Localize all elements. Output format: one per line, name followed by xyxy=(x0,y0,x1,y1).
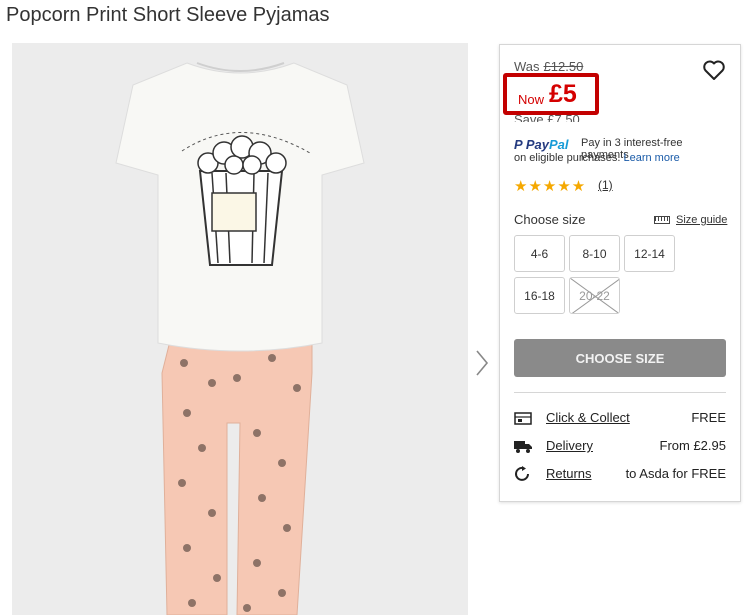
click-collect-value: FREE xyxy=(691,410,726,425)
divider xyxy=(514,392,726,393)
returns-row: Returns to Asda for FREE xyxy=(514,464,726,484)
paypal-logo: P PayPal xyxy=(514,137,569,152)
size-option-20-22[interactable]: 20-22 xyxy=(569,277,620,314)
now-price-highlight: Now £5 xyxy=(503,73,599,115)
returns-value: to Asda for FREE xyxy=(625,466,726,481)
size-option-8-10[interactable]: 8-10 xyxy=(569,235,620,272)
click-collect-link[interactable]: Click & Collect xyxy=(546,410,630,425)
now-price: £5 xyxy=(549,80,577,108)
delivery-row: Delivery From £2.95 xyxy=(514,436,726,456)
old-price: £12.50 xyxy=(543,59,584,74)
learn-more-link[interactable]: Learn more xyxy=(623,152,679,164)
delivery-link[interactable]: Delivery xyxy=(546,438,593,453)
ruler-icon xyxy=(654,216,670,225)
choose-size-button[interactable]: CHOOSE SIZE xyxy=(514,339,726,377)
heart-icon[interactable] xyxy=(702,59,726,81)
chevron-right-icon[interactable] xyxy=(474,348,490,378)
click-collect-row: Click & Collect FREE xyxy=(514,408,726,428)
unavailable-cross-icon xyxy=(570,278,619,313)
size-option-4-6[interactable]: 4-6 xyxy=(514,235,565,272)
returns-link[interactable]: Returns xyxy=(546,466,592,481)
pyjama-illustration xyxy=(115,62,365,615)
was-price: Was £12.50 xyxy=(514,59,583,74)
size-option-16-18[interactable]: 16-18 xyxy=(514,277,565,314)
choose-size-label: Choose size xyxy=(514,212,586,227)
was-label: Was xyxy=(514,59,540,74)
store-icon xyxy=(514,412,532,425)
product-image[interactable] xyxy=(12,43,468,615)
size-guide-link[interactable]: Size guide xyxy=(654,214,727,226)
returns-icon xyxy=(515,466,529,481)
delivery-value: From £2.95 xyxy=(659,438,726,453)
star-rating: ★★★★★ xyxy=(514,178,587,195)
page-title: Popcorn Print Short Sleeve Pyjamas xyxy=(6,4,330,26)
truck-icon xyxy=(514,441,532,453)
paypal-line-2: on eligible purchases. Learn more xyxy=(514,152,680,164)
size-option-12-14[interactable]: 12-14 xyxy=(624,235,675,272)
now-label: Now xyxy=(518,92,545,107)
review-count-link[interactable]: (1) xyxy=(598,178,613,192)
purchase-panel: Was £12.50 Save £7.50 Now £5 P PayPal Pay… xyxy=(499,44,741,502)
